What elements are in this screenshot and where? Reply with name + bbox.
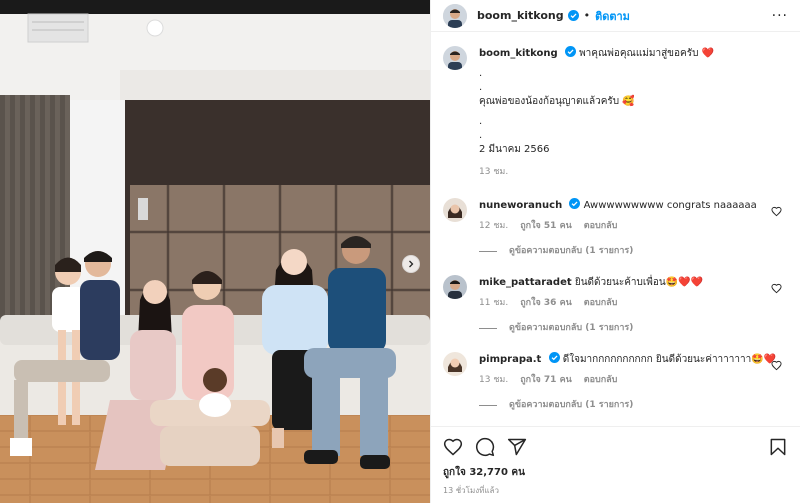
comment-body: pimprapa.t ดีใจมากกกกกกกกกก ยินดีด้วยนะค… — [479, 352, 788, 413]
caption-text-line2: คุณพ่อของน้องก้อนุญาตแล้วครับ 🥰 — [479, 96, 635, 107]
view-replies-button[interactable]: ดูข้อความตอบกลับ (1 รายการ) — [479, 398, 788, 413]
post-details-pane: boom_kitkong • ติดตาม ··· boom_kitkong พ… — [430, 0, 800, 503]
caption-timestamp: 13 ชม. — [479, 167, 509, 177]
post-photo — [0, 0, 430, 503]
replies-divider — [479, 251, 497, 252]
replies-divider — [479, 328, 497, 329]
bookmark-icon[interactable] — [768, 437, 788, 457]
caption-dot-3: . — [479, 116, 483, 127]
avatar-image — [443, 46, 467, 70]
view-replies-button[interactable]: ดูข้อความตอบกลับ (1 รายการ) — [479, 321, 788, 336]
comment-username[interactable]: mike_pattaradet — [479, 277, 572, 288]
comment-meta: 12 ชม. ถูกใจ 51 คน ตอบกลับ — [479, 219, 788, 234]
comment-time: 13 ชม. — [479, 375, 509, 385]
comment-text: Awwwwwwwww congrats naaaaaa — [583, 200, 757, 211]
caption-dot-2: . — [479, 82, 483, 93]
carousel-next-button[interactable] — [402, 255, 420, 273]
view-replies-button[interactable]: ดูข้อความตอบกลับ (1 รายการ) — [479, 244, 788, 259]
avatar-image — [443, 275, 467, 299]
post-age: 13 ชั่วโมงที่แล้ว — [443, 486, 499, 495]
avatar-image — [443, 198, 467, 222]
verified-badge-icon — [569, 198, 581, 209]
commenter-avatar[interactable] — [443, 352, 467, 376]
caption-username[interactable]: boom_kitkong — [479, 48, 558, 59]
comment-meta: 13 ชม. ถูกใจ 71 คน ตอบกลับ — [479, 373, 788, 388]
like-heart-icon[interactable] — [443, 437, 463, 457]
follow-button[interactable]: ติดตาม — [595, 7, 630, 25]
comment-text: ยินดีด้วยนะค้าบเพื่อน🤩❤️❤️ — [574, 277, 704, 288]
heart-icon[interactable] — [771, 360, 782, 371]
comment-body: mike_pattaradet ยินดีด้วยนะค้าบเพื่อน🤩❤️… — [479, 275, 788, 336]
share-icon[interactable] — [507, 437, 527, 457]
comment-likes[interactable]: ถูกใจ 36 คน — [520, 296, 572, 311]
avatar-image — [443, 3, 467, 28]
comments-list[interactable]: boom_kitkong พาคุณพ่อคุณแม่มาสู่ขอครับ ❤… — [431, 32, 800, 427]
view-replies-label: ดูข้อความตอบกลับ (1 รายการ) — [509, 400, 634, 410]
comment-reply-button[interactable]: ตอบกลับ — [584, 219, 618, 234]
more-options-icon[interactable]: ··· — [772, 8, 788, 24]
comment-text: ดีใจมากกกกกกกกกก ยินดีด้วยนะค่าาาาาาา🤩❤️ — [562, 354, 777, 365]
post-header: boom_kitkong • ติดตาม ··· — [431, 0, 800, 32]
family-photo-illustration — [0, 0, 430, 503]
comment-item: nuneworanuch Awwwwwwwww congrats naaaaaa… — [443, 198, 788, 259]
caption-dot-1: . — [479, 68, 483, 79]
comment-item: pimprapa.t ดีใจมากกกกกกกกกก ยินดีด้วยนะค… — [443, 352, 788, 413]
view-replies-label: ดูข้อความตอบกลับ (1 รายการ) — [509, 323, 634, 333]
caption-text-line1: พาคุณพ่อคุณแม่มาสู่ขอครับ ❤️ — [579, 48, 715, 59]
comment-body: nuneworanuch Awwwwwwwww congrats naaaaaa… — [479, 198, 788, 259]
comment-icon[interactable] — [475, 437, 495, 457]
action-bar — [431, 427, 800, 457]
view-replies-label: ดูข้อความตอบกลับ (1 รายการ) — [509, 246, 634, 256]
comment-item: mike_pattaradet ยินดีด้วยนะค้าบเพื่อน🤩❤️… — [443, 275, 788, 336]
verified-badge-icon — [564, 46, 576, 57]
caption-avatar[interactable] — [443, 46, 467, 70]
comment-username[interactable]: pimprapa.t — [479, 354, 541, 365]
caption-body: boom_kitkong พาคุณพ่อคุณแม่มาสู่ขอครับ ❤… — [479, 46, 788, 180]
comment-likes[interactable]: ถูกใจ 71 คน — [520, 373, 572, 388]
chevron-right-icon — [409, 260, 414, 268]
separator-dot: • — [583, 9, 591, 22]
like-count[interactable]: ถูกใจ 32,770 คน — [431, 457, 800, 480]
replies-divider — [479, 405, 497, 406]
author-avatar[interactable] — [443, 3, 467, 28]
caption-date: 2 มีนาคม 2566 — [479, 144, 550, 155]
comment-reply-button[interactable]: ตอบกลับ — [584, 296, 618, 311]
caption: boom_kitkong พาคุณพ่อคุณแม่มาสู่ขอครับ ❤… — [443, 46, 788, 180]
commenter-avatar[interactable] — [443, 198, 467, 222]
comment-reply-button[interactable]: ตอบกลับ — [584, 373, 618, 388]
heart-icon[interactable] — [771, 283, 782, 294]
caption-dot-4: . — [479, 130, 483, 141]
avatar-image — [443, 352, 467, 376]
comment-time: 12 ชม. — [479, 221, 509, 231]
commenter-avatar[interactable] — [443, 275, 467, 299]
heart-icon[interactable] — [771, 206, 782, 217]
author-username[interactable]: boom_kitkong — [477, 9, 564, 22]
verified-badge-icon — [548, 352, 560, 363]
comment-meta: 11 ชม. ถูกใจ 36 คน ตอบกลับ — [479, 296, 788, 311]
comment-username[interactable]: nuneworanuch — [479, 200, 562, 211]
comment-likes[interactable]: ถูกใจ 51 คน — [520, 219, 572, 234]
verified-badge-icon — [567, 10, 579, 21]
comment-time: 11 ชม. — [479, 298, 509, 308]
